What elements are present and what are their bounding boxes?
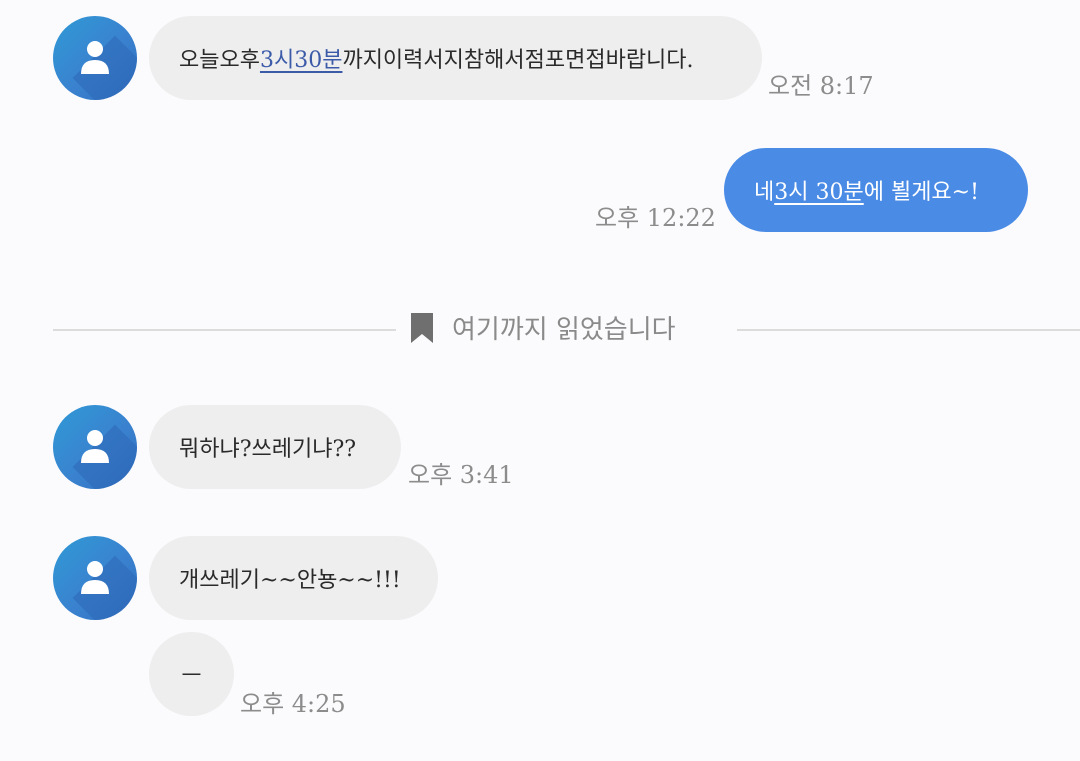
person-icon — [81, 41, 109, 74]
message-text: 개쓰레기~~안뇽~~!!! — [179, 568, 401, 593]
read-marker-label: 여기까지 읽었습니다 — [452, 315, 676, 345]
sender-avatar[interactable] — [53, 16, 137, 100]
message-bubble-incoming[interactable]: 개쓰레기~~안뇽~~!!! — [149, 536, 438, 620]
sender-avatar[interactable] — [53, 405, 137, 489]
person-icon — [81, 430, 109, 463]
message-text: 에 뵐게요~! — [863, 180, 979, 205]
message-text: 까지이력서지참해서점포면접바랍니다. — [342, 48, 694, 73]
message-timestamp: 오후 4:25 — [240, 690, 346, 718]
message-timestamp: 오후 3:41 — [408, 461, 514, 489]
message-time-link[interactable]: 3시30분 — [260, 42, 342, 74]
bookmark-icon — [411, 312, 433, 343]
divider-right — [737, 329, 1080, 331]
read-marker: 여기까지 읽었습니다 — [410, 309, 676, 346]
message-text: 오늘오후 — [179, 48, 260, 73]
message-bubble-incoming[interactable]: 오늘오후 3시30분 까지이력서지참해서점포면접바랍니다. — [149, 16, 762, 100]
message-time-link[interactable]: 3시 30분 — [774, 174, 863, 206]
divider-left — [53, 329, 396, 331]
message-text: ㅡ — [181, 664, 202, 689]
message-text: 뭐하냐?쓰레기냐?? — [179, 437, 357, 462]
person-icon — [81, 561, 109, 594]
message-bubble-outgoing[interactable]: 네 3시 30분 에 뵐게요~! — [724, 148, 1028, 232]
message-timestamp: 오후 12:22 — [595, 204, 716, 232]
message-bubble-incoming[interactable]: 뭐하냐?쓰레기냐?? — [149, 405, 401, 489]
message-timestamp: 오전 8:17 — [768, 72, 874, 100]
chat-screen: 오늘오후 3시30분 까지이력서지참해서점포면접바랍니다. 오전 8:17 오후 1… — [0, 0, 1080, 761]
message-text: 네 — [754, 180, 775, 205]
sender-avatar[interactable] — [53, 536, 137, 620]
message-bubble-incoming[interactable]: ㅡ — [149, 632, 234, 716]
